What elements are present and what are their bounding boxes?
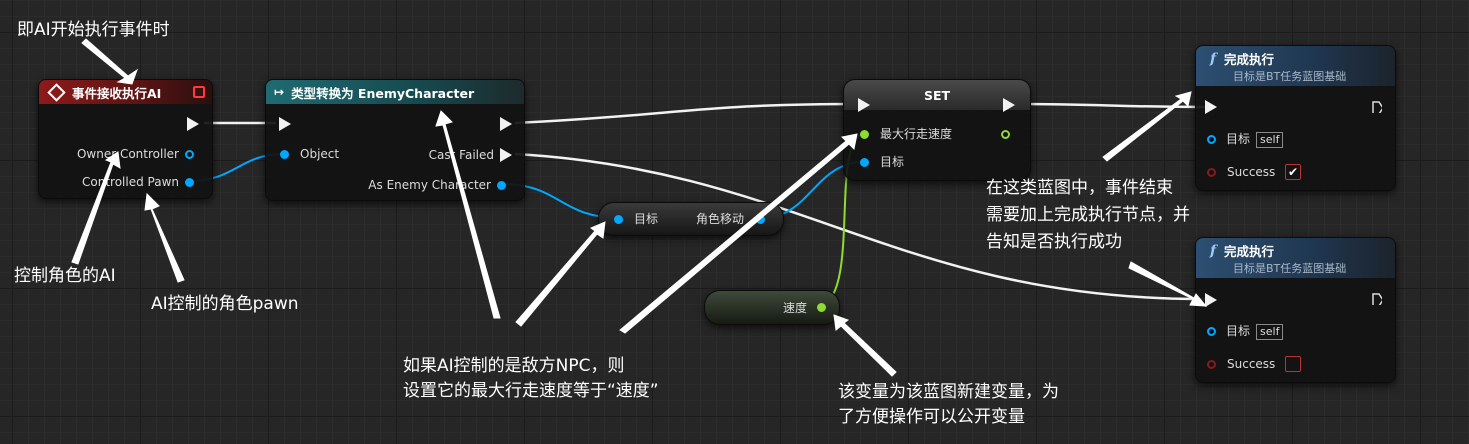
finish2-exec-out-pin[interactable] [1372, 293, 1382, 305]
finish2-target-label: 目标 self [1226, 324, 1284, 340]
event-node-title: 事件接收执行AI [72, 85, 162, 101]
exec-wire-set-finish1 [1015, 102, 1207, 109]
cast-to-enemycharacter-node[interactable]: ↦ 类型转换为 EnemyCharacter Object Cast Faile… [265, 79, 525, 201]
owner-controller-label: Owner Controller [76, 147, 179, 161]
finish-execute-node-1[interactable]: f 完成执行 目标是BT任务蓝图基础 目标 self Success ✔ [1195, 45, 1396, 191]
finish1-exec-out-pin[interactable] [1372, 101, 1382, 113]
max-walk-speed-in-pin[interactable] [860, 130, 869, 139]
finish1-header: f 完成执行 目标是BT任务蓝图基础 [1196, 46, 1395, 86]
set-node-title: SET [923, 87, 951, 103]
controlled-pawn-label: Controlled Pawn [82, 175, 179, 189]
move-target-label: 目标 [634, 212, 659, 226]
function-icon: f [1210, 242, 1217, 259]
finish1-success-pin[interactable] [1207, 168, 1216, 177]
event-diamond-icon [47, 82, 66, 102]
annotation-controller: 控制角色的AI [14, 266, 116, 286]
annotation-pawn: AI控制的角色pawn [151, 294, 299, 314]
finish1-target-label: 目标 self [1226, 132, 1284, 148]
cast-failed-exec-pin[interactable] [500, 148, 512, 162]
character-movement-label: 角色移动 [696, 212, 745, 226]
finish-execute-node-2[interactable]: f 完成执行 目标是BT任务蓝图基础 目标 self Success [1195, 237, 1396, 383]
finish2-success-pin[interactable] [1207, 360, 1216, 369]
finish2-target-pin[interactable] [1207, 327, 1216, 336]
finish2-subtitle: 目标是BT任务蓝图基础 [1233, 262, 1347, 275]
cast-node-header: ↦ 类型转换为 EnemyCharacter [266, 80, 524, 104]
finish1-title: 完成执行 [1224, 52, 1275, 67]
event-exec-out-pin[interactable] [187, 117, 199, 131]
annotation-event-start: 即AI开始执行事件时 [17, 20, 170, 40]
cast-arrow-icon: ↦ [274, 85, 285, 99]
finish1-subtitle: 目标是BT任务蓝图基础 [1233, 70, 1347, 83]
set-target-label: 目标 [880, 155, 905, 169]
move-target-pin[interactable] [614, 215, 623, 224]
set-exec-in-pin[interactable] [858, 98, 870, 112]
speed-variable-out-pin[interactable] [817, 303, 826, 312]
finish1-success-label: Success [1227, 165, 1276, 179]
finish2-target-text: 目标 [1226, 324, 1251, 338]
finish1-success-checkbox[interactable]: ✔ [1285, 164, 1301, 180]
finish2-exec-in-pin[interactable] [1205, 293, 1217, 307]
cast-exec-in-pin[interactable] [279, 117, 291, 131]
annotation-finish-line1: 在这类蓝图中，事件结束 [986, 178, 1173, 198]
finish2-title: 完成执行 [1224, 244, 1275, 259]
max-walk-speed-out-pin[interactable] [1001, 130, 1010, 139]
finish2-success-checkbox[interactable] [1285, 356, 1301, 372]
annotation-variable-line2: 了方便操作可以公开变量 [838, 407, 1025, 427]
finish2-self-field[interactable]: self [1256, 324, 1284, 340]
set-exec-out-pin[interactable] [1003, 98, 1015, 112]
owner-controller-pin[interactable] [185, 150, 194, 159]
annotation-npc-line1: 如果AI控制的是敌方NPC，则 [403, 356, 625, 376]
function-icon: f [1210, 50, 1217, 67]
annotation-finish: 在这类蓝图中，事件结束 需要加上完成执行节点，并 告知是否执行成功 [986, 175, 1190, 256]
annotation-finish-line2: 需要加上完成执行节点，并 [986, 205, 1190, 225]
set-max-walk-speed-node[interactable]: SET 最大行走速度 目标 [843, 79, 1031, 181]
cast-object-label: Object [300, 147, 340, 161]
cast-object-pin[interactable] [280, 150, 289, 159]
annotation-finish-line3: 告知是否执行成功 [986, 232, 1122, 252]
annotation-npc: 如果AI控制的是敌方NPC，则 设置它的最大行走速度等于“速度” [403, 354, 659, 404]
delegate-pin-icon[interactable] [193, 86, 205, 98]
cast-node-title: 类型转换为 EnemyCharacter [291, 85, 475, 101]
event-node-header: 事件接收执行AI [39, 80, 212, 104]
finish1-target-text: 目标 [1226, 132, 1251, 146]
character-movement-out-pin[interactable] [756, 215, 765, 224]
event-receive-execute-ai-node[interactable]: 事件接收执行AI Owner Controller Controlled Paw… [38, 79, 213, 199]
cast-exec-out-pin[interactable] [500, 117, 512, 131]
finish1-self-field[interactable]: self [1256, 132, 1284, 148]
max-walk-speed-label: 最大行走速度 [880, 127, 953, 141]
set-target-pin[interactable] [860, 158, 869, 167]
finish2-success-label: Success [1227, 357, 1276, 371]
speed-variable-label: 速度 [783, 301, 808, 315]
as-enemy-character-label: As Enemy Character [368, 178, 491, 192]
finish2-header: f 完成执行 目标是BT任务蓝图基础 [1196, 238, 1395, 278]
annotation-variable: 该变量为该蓝图新建变量，为 了方便操作可以公开变量 [838, 380, 1059, 430]
finish1-target-pin[interactable] [1207, 135, 1216, 144]
annotation-npc-line2: 设置它的最大行走速度等于“速度” [403, 381, 659, 401]
finish1-exec-in-pin[interactable] [1205, 100, 1217, 114]
cast-failed-label: Cast Failed [428, 148, 494, 162]
exec-wire-cast-set [514, 102, 859, 125]
as-enemy-character-pin[interactable] [497, 181, 506, 190]
speed-variable-node[interactable]: 速度 [704, 290, 840, 325]
controlled-pawn-pin[interactable] [185, 178, 194, 187]
annotation-variable-line1: 该变量为该蓝图新建变量，为 [838, 382, 1059, 402]
get-character-movement-node[interactable]: 目标 角色移动 [598, 202, 784, 236]
